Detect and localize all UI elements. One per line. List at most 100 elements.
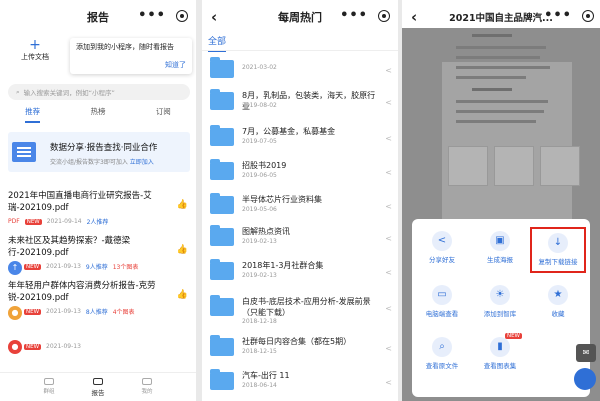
share-icon[interactable]: <	[385, 98, 392, 107]
folder-icon	[210, 57, 234, 78]
doc-line	[456, 66, 550, 69]
doc-heading	[472, 34, 512, 37]
like-icon[interactable]: 👍	[177, 245, 188, 255]
more-icon[interactable]: •••	[340, 9, 368, 22]
more-icon[interactable]: •••	[544, 9, 572, 22]
share-icon[interactable]: <	[385, 304, 392, 313]
share-icon[interactable]: <	[385, 134, 392, 143]
report-nav-icon	[93, 378, 103, 385]
share-icon[interactable]: <	[385, 378, 392, 387]
list-item[interactable]: 年年轻用户群体内容消费分析报告-克劳锐-202109.pdf NEW 2021-…	[8, 280, 190, 320]
banner-subtitle: 交流小组/报告数字3即可加入 立即加入	[50, 157, 154, 166]
search-icon: ⌕	[16, 87, 20, 96]
like-icon[interactable]: 👍	[177, 290, 188, 300]
folder-date: 2019-05-06	[242, 206, 277, 213]
share-icon[interactable]: <	[385, 168, 392, 177]
nav-report[interactable]: 报告	[70, 373, 126, 397]
doc-image	[494, 146, 534, 186]
close-miniprogram-icon[interactable]	[378, 10, 390, 22]
doc-image	[540, 146, 580, 186]
action-label: 生成海报	[487, 256, 513, 264]
avatar: ↑	[8, 261, 22, 275]
top-bar: 报告 •••	[0, 0, 196, 34]
weekly-hot-panel: ‹ 每周热门 ••• 全部 2021-03-02 <8月，乳制品，包装类，海天，胶…	[202, 0, 398, 401]
share-icon[interactable]: <	[385, 202, 392, 211]
search-placeholder: 输入搜索关键词，例如“小程序”	[23, 89, 115, 97]
close-miniprogram-icon[interactable]	[176, 10, 188, 22]
folder-date: 2019-02-13	[242, 272, 277, 279]
add-to-thinktank-button[interactable]: ☀ 添加到智库	[472, 285, 528, 318]
star-icon: ★	[548, 285, 568, 305]
favorite-button[interactable]: ★ 收藏	[530, 285, 586, 318]
share-icon[interactable]: <	[385, 344, 392, 353]
folder-name: 汽车-出行 11	[242, 371, 290, 380]
folder-row[interactable]: 白皮书-底层技术-应用分析-发展前景（只能下载） 2018-12-18 <	[210, 292, 394, 332]
back-icon[interactable]: ‹	[211, 8, 217, 26]
bottom-nav: 报告 群组 我的	[0, 372, 196, 401]
new-badge: NEW	[24, 263, 42, 270]
report-date: 2021-09-13	[46, 308, 81, 315]
share-icon[interactable]: <	[385, 234, 392, 243]
folder-date: 2018-12-15	[242, 348, 277, 355]
close-miniprogram-icon[interactable]	[582, 10, 594, 22]
bulb-icon: ☀	[490, 285, 510, 305]
folder-name: 社群每日内容合集（都在5期）	[242, 337, 352, 346]
doc-line	[456, 56, 540, 59]
upload-button[interactable]: + 上传文档	[10, 38, 60, 74]
folder-date: 2018-06-14	[242, 382, 277, 389]
action-label: 查看原文件	[425, 362, 459, 370]
tab-subscribe[interactable]: 订阅	[156, 106, 171, 123]
banner-sub-text: 交流小组/报告数字3即可加入	[50, 159, 128, 166]
folder-icon	[210, 259, 234, 280]
share-friend-button[interactable]: < 分享好友	[414, 231, 470, 264]
back-icon[interactable]: ‹	[411, 8, 417, 26]
list-item[interactable]: 未来社区及其趋势探索？-戴德梁行-202109.pdf NEW 2021-09-…	[8, 235, 190, 275]
poster-icon: ▣	[490, 231, 510, 251]
download-icon: ↓	[548, 233, 568, 253]
action-label: 收藏	[551, 310, 565, 318]
tab-recommend[interactable]: 推荐	[25, 106, 41, 123]
folder-row[interactable]: 汽车-出行 11 2018-06-14 <	[210, 366, 394, 401]
search-input[interactable]: ⌕ 输入搜索关键词，例如“小程序”	[8, 84, 190, 100]
page-title: 报告	[87, 11, 109, 24]
folder-row[interactable]: 2018年1-3月社群合集 2019-02-13 <	[210, 256, 394, 296]
search-icon: ⌕	[432, 337, 452, 357]
nav-group[interactable]: 群组	[43, 373, 55, 401]
list-item[interactable]: NEW 2021-09-13 ●	[8, 340, 190, 354]
floating-action-button[interactable]	[574, 368, 596, 390]
folder-row[interactable]: 8月，乳制品，包装类，海天，胶原行业 2019-08-02 <	[210, 86, 394, 126]
share-icon[interactable]: <	[385, 66, 392, 75]
report-title: 年年轻用户群体内容消费分析报告-克劳锐-202109.pdf	[8, 281, 156, 303]
new-badge: NEW	[504, 333, 522, 339]
share-icon[interactable]: <	[385, 268, 392, 277]
view-original-button[interactable]: ⌕ 查看原文件	[414, 337, 470, 370]
more-icon[interactable]: •••	[138, 9, 166, 22]
tab-hot[interactable]: 热榜	[90, 106, 105, 123]
group-nav-icon	[43, 378, 54, 385]
nav-mine-label: 我的	[141, 389, 153, 395]
divider	[202, 50, 398, 51]
copy-download-link-button[interactable]: ↓ 复制下载链接	[530, 227, 586, 273]
chart-count: 4个图表	[112, 309, 135, 316]
pdf-icon: PDF	[8, 218, 20, 225]
monitor-icon: ▭	[432, 285, 452, 305]
list-item[interactable]: 2021年中国直播电商行业研究报告-艾瑞-202109.pdf PDF NEW …	[8, 190, 190, 226]
generate-poster-button[interactable]: ▣ 生成海报	[472, 231, 528, 264]
tip-dismiss-button[interactable]: 知道了	[165, 60, 186, 70]
view-on-pc-button[interactable]: ▭ 电脑端查看	[414, 285, 470, 318]
report-detail-panel: ‹ 2021中国自主品牌汽... ••• < 分享好友 ▣ 生成海报 ↓ 复制下…	[402, 0, 600, 401]
banner-join-link[interactable]: 立即加入	[130, 159, 154, 166]
view-charts-button[interactable]: ▮ 查看图表集 NEW	[472, 333, 528, 370]
chat-icon[interactable]: ✉	[576, 344, 596, 362]
folder-icon	[210, 295, 234, 316]
banner-title: 数据分享·报告查找·同业合作	[50, 143, 158, 153]
upload-label: 上传文档	[21, 53, 49, 61]
new-badge: NEW	[24, 218, 42, 225]
avatar: ●	[8, 306, 22, 320]
chart-count: 13个图表	[112, 264, 139, 271]
community-banner[interactable]: 数据分享·报告查找·同业合作 交流小组/报告数字3即可加入 立即加入	[8, 132, 190, 172]
page-title: 2021中国自主品牌汽...	[449, 13, 553, 24]
report-title: 未来社区及其趋势探索？-戴德梁行-202109.pdf	[8, 236, 131, 258]
nav-mine[interactable]: 我的	[141, 373, 153, 401]
like-icon[interactable]: 👍	[177, 200, 188, 210]
